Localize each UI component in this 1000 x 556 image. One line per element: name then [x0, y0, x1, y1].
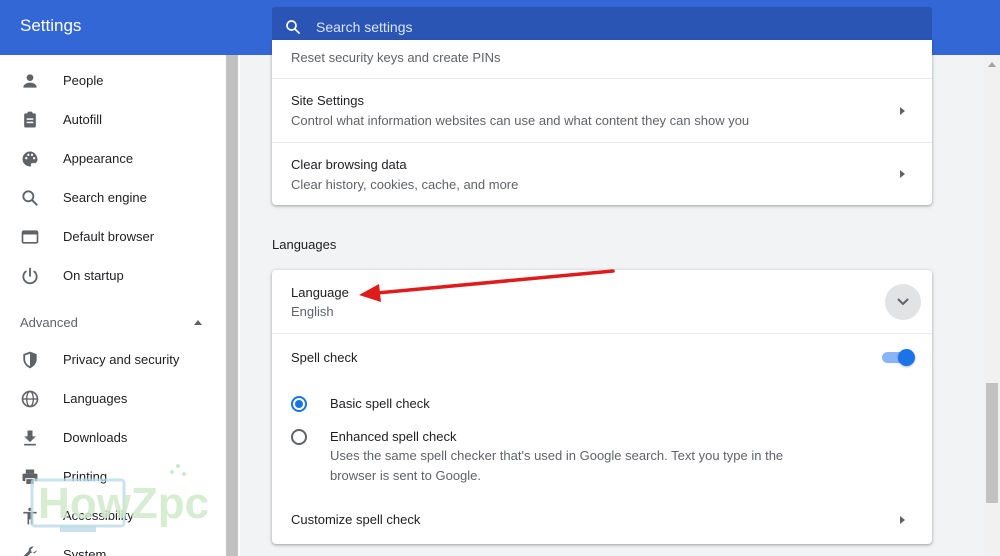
- sidebar-item-label: Languages: [63, 391, 128, 406]
- chevron-down-icon: [897, 298, 909, 306]
- sidebar-item-label: People: [63, 73, 104, 88]
- spell-check-toggle[interactable]: [882, 349, 916, 366]
- advanced-section-label[interactable]: Advanced: [20, 315, 78, 330]
- sidebar-item-system[interactable]: System: [0, 536, 220, 556]
- clipboard-icon: [24, 111, 36, 128]
- search-icon: [286, 20, 300, 34]
- sidebar-item-languages[interactable]: Languages: [0, 380, 220, 418]
- clear-browsing-data-title: Clear browsing data: [291, 157, 407, 172]
- sidebar-item-people[interactable]: People: [0, 62, 220, 100]
- globe-icon: [21, 390, 39, 408]
- watermark-logo: HowZpc: [30, 464, 209, 532]
- language-value: English: [291, 304, 334, 319]
- sidebar-item-default-browser[interactable]: Default browser: [0, 218, 220, 256]
- sidebar-item-appearance[interactable]: Appearance: [0, 140, 220, 178]
- languages-card: Language English Spell check Basic spell…: [272, 270, 932, 544]
- power-icon: [22, 267, 38, 285]
- clear-browsing-data-row[interactable]: Clear browsing data Clear history, cooki…: [272, 143, 932, 205]
- app-title: Settings: [20, 16, 82, 35]
- palette-icon: [22, 151, 38, 167]
- browser-icon: [21, 230, 39, 244]
- sidebar-item-on-startup[interactable]: On startup: [0, 257, 220, 295]
- person-icon: [23, 74, 37, 88]
- toggle-knob: [898, 349, 915, 366]
- clear-browsing-data-subtitle: Clear history, cookies, cache, and more: [291, 177, 519, 192]
- sidebar-item-label: Autofill: [63, 112, 103, 127]
- divider: [272, 333, 932, 334]
- scrollbar-thumb[interactable]: [986, 383, 998, 503]
- main-scrollbar[interactable]: [984, 55, 1000, 556]
- customize-spell-check-label: Customize spell check: [291, 512, 421, 527]
- security-keys-subtitle: Reset security keys and create PINs: [291, 50, 501, 65]
- sidebar-item-label: System: [63, 547, 107, 556]
- site-settings-subtitle: Control what information websites can us…: [291, 113, 750, 128]
- sidebar-item-label: Appearance: [63, 151, 134, 166]
- enhanced-spell-check-label[interactable]: Enhanced spell check: [330, 429, 456, 444]
- sidebar-item-privacy-and-security[interactable]: Privacy and security: [0, 341, 220, 379]
- enhanced-spell-check-description: Uses the same spell checker that's used …: [330, 448, 784, 463]
- sidebar-item-label: Privacy and security: [63, 352, 180, 367]
- basic-spell-check-radio[interactable]: [291, 396, 307, 412]
- sidebar-item-label: Downloads: [63, 430, 128, 445]
- site-settings-title: Site Settings: [291, 93, 364, 108]
- sidebar-item-downloads[interactable]: Downloads: [0, 419, 220, 457]
- watermark-text: HowZpc: [38, 479, 209, 528]
- language-title: Language: [291, 285, 349, 300]
- expand-language-button[interactable]: [885, 284, 921, 320]
- chevron-right-icon: [900, 516, 905, 524]
- basic-spell-check-label[interactable]: Basic spell check: [330, 396, 430, 411]
- sidebar-item-label: On startup: [63, 268, 124, 283]
- annotation-arrow: [359, 269, 615, 302]
- download-icon: [24, 430, 36, 446]
- sidebar-item-label: Search engine: [63, 190, 147, 205]
- chevron-right-icon: [900, 107, 905, 115]
- enhanced-spell-check-radio[interactable]: [291, 429, 307, 445]
- sidebar-item-search-engine[interactable]: Search engine: [0, 179, 220, 217]
- privacy-card: Reset security keys and create PINs Site…: [272, 40, 932, 205]
- sidebar-item-autofill[interactable]: Autofill: [0, 101, 220, 139]
- languages-section-title: Languages: [272, 237, 337, 252]
- spell-check-label: Spell check: [291, 350, 358, 365]
- wrench-icon: [23, 546, 38, 556]
- enhanced-spell-check-description: browser is sent to Google.: [330, 468, 482, 483]
- chevron-right-icon: [900, 170, 905, 178]
- caret-up-icon[interactable]: [193, 318, 203, 326]
- search-icon: [22, 190, 38, 206]
- sidebar-item-label: Default browser: [63, 229, 155, 244]
- customize-spell-check-row[interactable]: Customize spell check: [272, 498, 932, 544]
- scroll-up-icon[interactable]: [988, 61, 996, 67]
- site-settings-row[interactable]: Site Settings Control what information w…: [272, 79, 932, 142]
- shield-icon: [23, 351, 37, 369]
